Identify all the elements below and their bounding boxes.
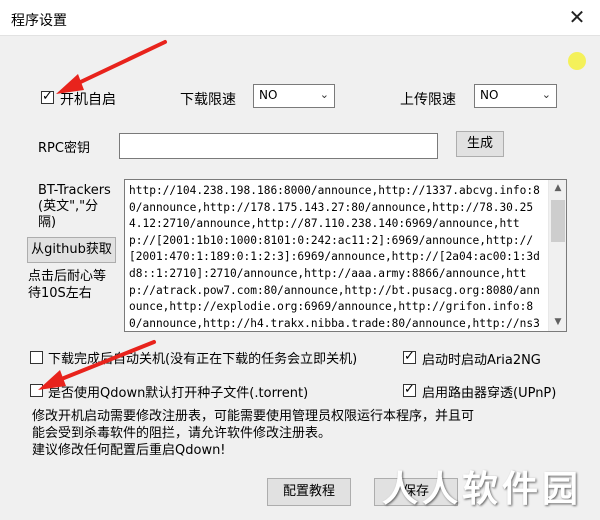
- registry-note: 修改开机启动需要修改注册表，可能需要使用管理员权限运行本程序，并且可 能会受到杀…: [32, 409, 475, 458]
- shutdown-label: 下载完成后自动关机(没有正在下载的任务会立即关机): [48, 352, 358, 367]
- watermark-logo: 人人软件园: [381, 469, 582, 510]
- github-hint: 点击后耐心等 待10S左右: [28, 269, 107, 301]
- upload-limit-value: NO: [480, 88, 499, 102]
- shutdown-checkbox[interactable]: [30, 351, 43, 364]
- rpc-label: RPC密钥: [38, 141, 90, 156]
- scrollbar-thumb[interactable]: [551, 200, 565, 242]
- chevron-down-icon: ⌄: [319, 88, 329, 101]
- default-torrent-label: 是否使用Qdown默认打开种子文件(.torrent): [48, 386, 309, 401]
- upload-limit-label: 上传限速: [400, 92, 456, 108]
- autostart-checkbox[interactable]: [41, 89, 54, 104]
- upload-limit-select[interactable]: NO ⌄: [474, 84, 557, 108]
- github-fetch-button[interactable]: 从github获取: [27, 237, 116, 263]
- yellow-dot-icon: [568, 52, 586, 70]
- scroll-down-icon[interactable]: ▼: [549, 314, 567, 331]
- title-bar: 程序设置 ✕: [0, 0, 600, 36]
- rpc-key-input[interactable]: [119, 133, 438, 159]
- download-limit-label: 下载限速: [180, 92, 236, 108]
- aria2ng-label: 启动时启动Aria2NG: [422, 353, 541, 368]
- autostart-label: 开机自启: [60, 92, 116, 108]
- upnp-label: 启用路由器穿透(UPnP): [422, 386, 557, 401]
- chevron-down-icon: ⌄: [541, 88, 551, 101]
- aria2ng-checkbox[interactable]: [403, 349, 416, 364]
- close-icon[interactable]: ✕: [554, 0, 600, 36]
- config-tutorial-button[interactable]: 配置教程: [267, 478, 351, 506]
- generate-button[interactable]: 生成: [456, 131, 504, 157]
- trackers-scrollbar[interactable]: ▲ ▼: [548, 180, 566, 331]
- download-limit-select[interactable]: NO ⌄: [253, 84, 335, 108]
- trackers-textarea[interactable]: http://104.238.198.186:8000/announce,htt…: [124, 179, 567, 332]
- upnp-checkbox[interactable]: [403, 382, 416, 397]
- download-limit-value: NO: [259, 88, 278, 102]
- window-title: 程序设置: [11, 13, 67, 29]
- default-torrent-checkbox[interactable]: [30, 384, 43, 397]
- trackers-label: BT-Trackers (英文","分 隔): [38, 183, 111, 230]
- scroll-up-icon[interactable]: ▲: [549, 180, 567, 197]
